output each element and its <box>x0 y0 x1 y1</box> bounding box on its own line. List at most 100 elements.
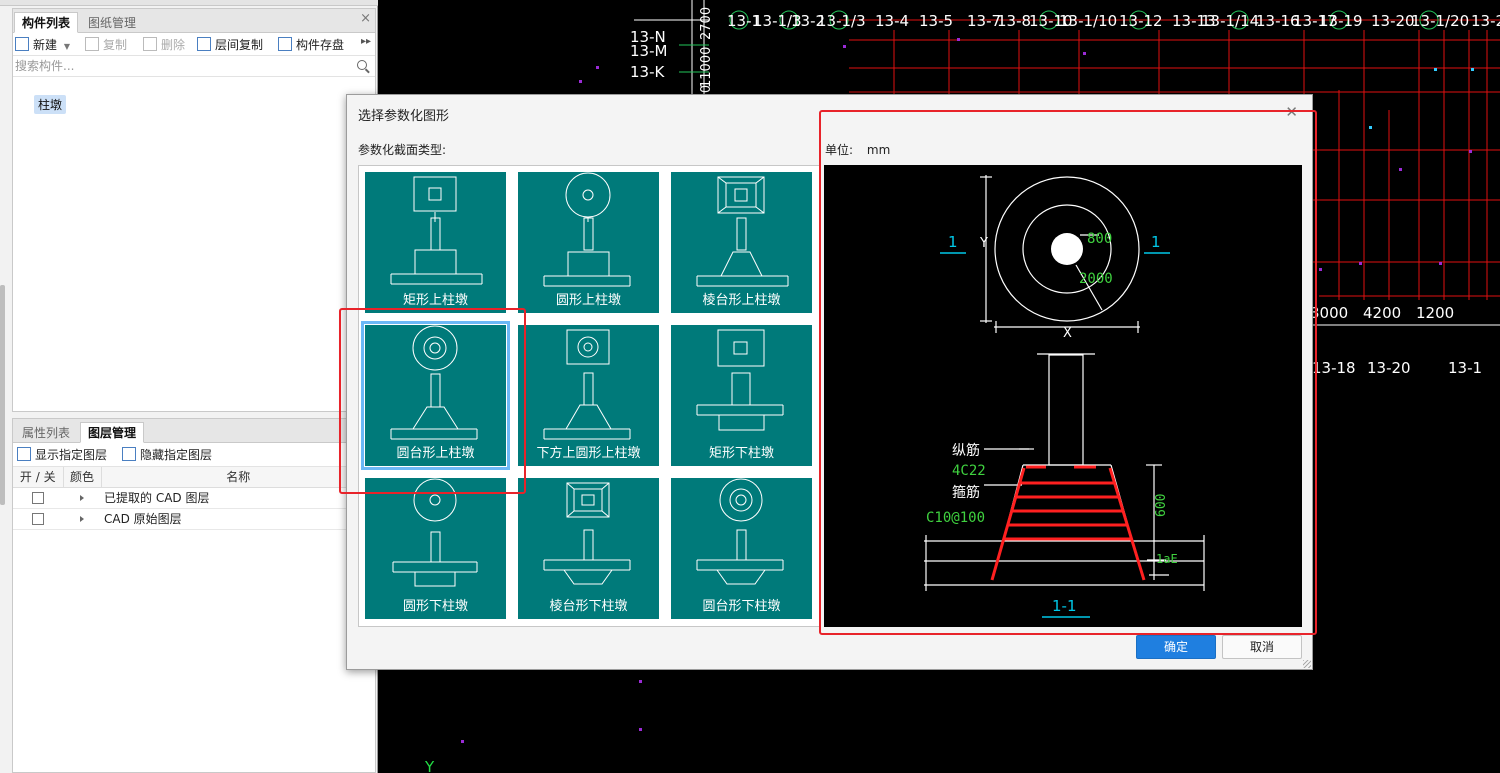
search-icon[interactable] <box>357 60 367 70</box>
height-dim-label: 600 <box>1154 494 1169 517</box>
section-title: 1-1 <box>1052 597 1077 615</box>
shape-tile-square-circle-top[interactable]: 下方上圆形上柱墩 <box>518 325 659 466</box>
cad-grid-label: 13-5 <box>919 12 953 30</box>
shape-tile-round-frustum-top[interactable]: 圆台形上柱墩 <box>361 321 510 470</box>
component-search <box>13 56 375 77</box>
toolbar-more-icon[interactable]: ▸▸ <box>361 36 371 47</box>
delete-button[interactable]: 删除 <box>143 36 185 54</box>
floor-copy-label: 层间复制 <box>215 38 264 52</box>
cad-grid-label: 13-4 <box>875 12 909 30</box>
save-icon <box>278 37 292 51</box>
col-on-off: 开 / 关 <box>13 467 64 488</box>
dim-inner-label: 800 <box>1087 231 1112 247</box>
cad-dim-label: 4200 <box>1363 304 1401 322</box>
cad-grid-label: 13-8 <box>997 12 1031 30</box>
trash-icon <box>143 37 157 51</box>
tile-label: 矩形下柱墩 <box>708 446 774 461</box>
copy-icon <box>85 37 99 51</box>
panel-close-icon[interactable]: × <box>360 11 371 26</box>
cad-grid-label: 13-19 <box>1319 12 1363 30</box>
confirm-button[interactable]: 确定 <box>1136 635 1216 659</box>
new-label: 新建 <box>33 38 58 52</box>
cad-grid-label: 13-2 <box>1471 12 1500 30</box>
tile-label: 圆形下柱墩 <box>402 599 468 614</box>
close-icon[interactable]: ✕ <box>1285 103 1298 121</box>
section-mark-left: 1 <box>948 233 958 251</box>
tile-label: 棱台形下柱墩 <box>549 599 628 614</box>
cad-grid-label: 13-K <box>630 63 665 81</box>
tab-layer-management[interactable]: 图层管理 <box>80 422 145 443</box>
cad-vertical-dim: 2700 <box>699 7 714 40</box>
layer-tabbar: 属性列表 图层管理 <box>13 419 375 443</box>
new-button[interactable]: 新建 ▼ <box>15 36 70 54</box>
layer-panel: 属性列表 图层管理 显示指定图层 隐藏指定图层 开 / 关 颜色 名称 已提取的… <box>12 418 376 773</box>
layer-visibility-checkbox[interactable] <box>32 492 44 504</box>
cad-grid-label: 13-1/3 <box>817 12 866 30</box>
show-layer-label: 显示指定图层 <box>35 448 108 462</box>
tile-label: 圆形上柱墩 <box>555 293 621 308</box>
dim-y-label: Y <box>979 236 988 251</box>
expand-arrow-icon[interactable] <box>80 495 84 501</box>
dialog-title: 选择参数化图形 <box>358 109 450 124</box>
resize-grip-icon[interactable] <box>1303 660 1311 668</box>
left-dock: 构件列表 图纸管理 × 新建 ▼ 复制 删除 层间复制 构件存盘 ▸▸ 搜索构件… <box>0 0 378 773</box>
longitudinal-value: 4C22 <box>952 463 986 479</box>
tile-label: 圆台形上柱墩 <box>396 446 475 461</box>
section-type-label: 参数化截面类型: <box>358 143 447 157</box>
dim-outer-label: 2000 <box>1079 271 1113 287</box>
cad-grid-label: 13-7 <box>967 12 1001 30</box>
tree-item-column-pier[interactable]: 柱墩 <box>34 95 67 114</box>
layer-table-header: 开 / 关 颜色 名称 <box>13 467 375 488</box>
cad-dim-label: 3000 <box>1310 304 1348 322</box>
layer-toolbar: 显示指定图层 隐藏指定图层 <box>13 443 375 467</box>
tab-property-list[interactable]: 属性列表 <box>14 422 78 443</box>
table-row[interactable]: CAD 原始图层 <box>13 508 375 530</box>
cad-axis-label: Y <box>424 758 435 773</box>
cad-grid-label: 13-M <box>630 42 667 60</box>
layer-name: 已提取的 CAD 图层 <box>101 487 375 509</box>
tab-component-list[interactable]: 构件列表 <box>14 12 79 33</box>
cancel-button[interactable]: 取消 <box>1222 635 1302 659</box>
shape-tile-circle-bottom[interactable]: 圆形下柱墩 <box>365 478 506 619</box>
anchor-label: 1aE <box>1156 552 1178 566</box>
save-component-label: 构件存盘 <box>296 38 345 52</box>
cad-dim-label: 1200 <box>1416 304 1454 322</box>
shape-tile-round-frustum-bottom[interactable]: 圆台形下柱墩 <box>671 478 812 619</box>
col-name: 名称 <box>101 467 375 488</box>
cad-grid-label: 13-1/14 <box>1201 12 1259 30</box>
component-panel: 构件列表 图纸管理 × 新建 ▼ 复制 删除 层间复制 构件存盘 ▸▸ 搜索构件… <box>12 8 376 412</box>
chevron-down-icon[interactable]: ▼ <box>64 42 70 51</box>
layer-visibility-checkbox[interactable] <box>32 513 44 525</box>
left-scrollbar[interactable] <box>0 285 5 505</box>
tile-label: 下方上圆形上柱墩 <box>536 446 641 461</box>
cad-grid-label: 13-1/20 <box>1411 12 1469 30</box>
table-row[interactable]: 已提取的 CAD 图层 <box>13 487 375 509</box>
search-input[interactable] <box>13 56 333 76</box>
delete-label: 删除 <box>161 38 186 52</box>
shape-preview: 1 1 1-1 Y X 纵筋 箍筋 800 2000 4C22 C10@100 … <box>824 165 1302 627</box>
unit-label: 单位: mm <box>825 141 890 158</box>
hide-layer-button[interactable]: 隐藏指定图层 <box>122 446 212 464</box>
shape-tile-frustum-bottom[interactable]: 棱台形下柱墩 <box>518 478 659 619</box>
cad-grid-label: 13-20 <box>1371 12 1415 30</box>
show-layer-button[interactable]: 显示指定图层 <box>17 446 107 464</box>
shape-tile-rect-bottom[interactable]: 矩形下柱墩 <box>671 325 812 466</box>
cad-grid-label: 13-20 <box>1367 359 1411 377</box>
save-component-button[interactable]: 构件存盘 <box>278 36 344 54</box>
tab-drawing-management[interactable]: 图纸管理 <box>80 12 144 33</box>
shape-tile-circle-top[interactable]: 圆形上柱墩 <box>518 172 659 313</box>
component-tabbar: 构件列表 图纸管理 × <box>13 9 375 33</box>
preview-core-circle <box>1051 233 1083 265</box>
shape-tile-rect-top[interactable]: 矩形上柱墩 <box>365 172 506 313</box>
tile-label: 圆台形下柱墩 <box>702 599 781 614</box>
new-icon <box>15 37 29 51</box>
hide-layer-icon <box>122 447 136 461</box>
shape-tile-frustum-top[interactable]: 棱台形上柱墩 <box>671 172 812 313</box>
layer-name: CAD 原始图层 <box>101 508 375 530</box>
expand-arrow-icon[interactable] <box>80 516 84 522</box>
cad-grid-label: 13-12 <box>1119 12 1163 30</box>
floor-copy-button[interactable]: 层间复制 <box>197 36 263 54</box>
cad-grid-label: 13-1 <box>1448 359 1482 377</box>
copy-button[interactable]: 复制 <box>85 36 127 54</box>
cad-vertical-dim: 11000 <box>699 47 714 88</box>
